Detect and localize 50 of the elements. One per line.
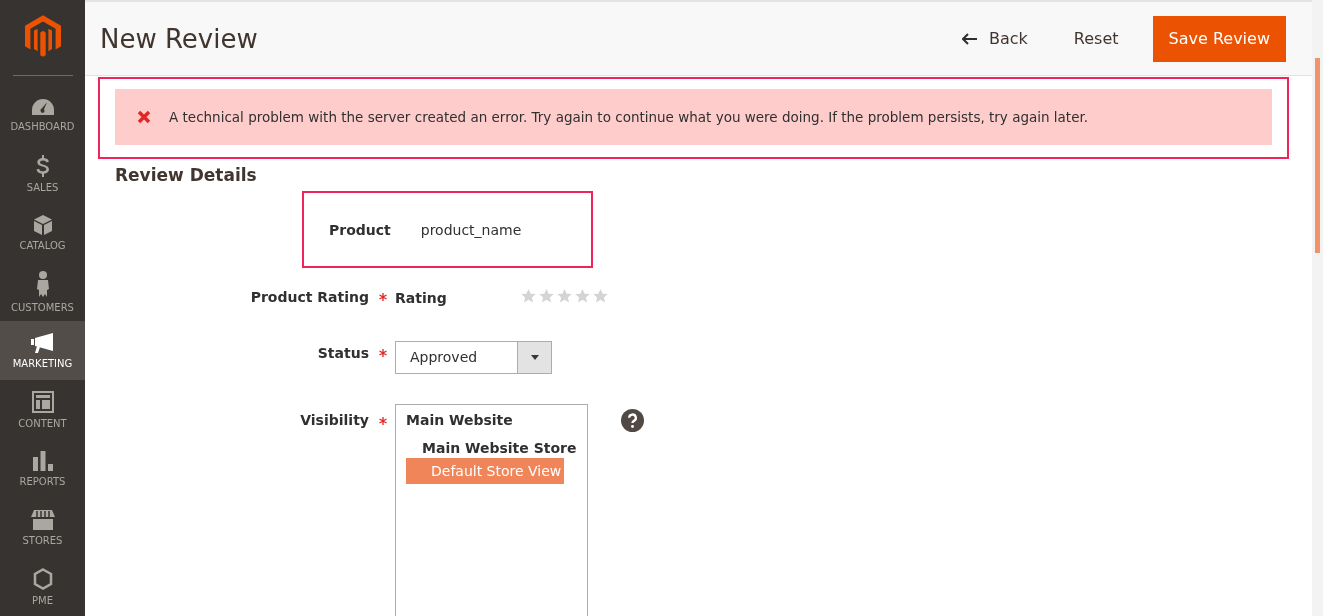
- nav-item[interactable]: CATALOG: [0, 203, 85, 262]
- nav-item[interactable]: SALES: [0, 144, 85, 203]
- nav-item[interactable]: DASHBOARD: [0, 85, 85, 144]
- logo-icon: [24, 15, 61, 57]
- star-icon: [592, 289, 608, 303]
- caret-icon: [530, 355, 539, 360]
- error-text: A technical problem with the server created an error. Try again to continue what you were doing. If the problem persists, try again later.: [169, 109, 1089, 125]
- nav-item[interactable]: PME: [0, 557, 85, 616]
- field-label: Visibility: [299, 412, 369, 428]
- nav-item[interactable]: STORES: [0, 498, 85, 557]
- star-icon: [520, 289, 536, 303]
- nav-item[interactable]: CUSTOMERS: [0, 262, 85, 321]
- storefront-icon: [30, 509, 55, 530]
- required-icon: [379, 349, 387, 357]
- field-label: Product: [329, 221, 391, 238]
- hexagon-icon: [32, 567, 53, 590]
- required-icon: [379, 293, 387, 301]
- option-group: Main Website Store: [422, 440, 577, 456]
- store-multiselect[interactable]: Main Website Main Website Store Default Store View: [395, 404, 588, 616]
- star-icon: [556, 289, 572, 303]
- required-icon: [379, 417, 387, 425]
- section-title: Review Details: [115, 165, 258, 185]
- arrow-left-icon: [962, 32, 977, 45]
- person-icon: [35, 270, 50, 297]
- field-value: product_name: [420, 221, 522, 238]
- close-icon: [137, 110, 151, 124]
- bar-chart-icon: [32, 450, 53, 471]
- nav-item[interactable]: REPORTS: [0, 439, 85, 498]
- page-title: New Review: [100, 23, 258, 54]
- scrollbar-thumb[interactable]: [1315, 58, 1320, 253]
- option-group: Main Website: [406, 412, 577, 428]
- nav-item[interactable]: MARKETING: [0, 321, 85, 380]
- star-icon: [574, 289, 590, 303]
- layout-icon: [31, 390, 54, 413]
- rating-label: Rating: [395, 290, 447, 306]
- scrollbar[interactable]: [1312, 0, 1323, 616]
- reset-button[interactable]: Reset: [1061, 21, 1131, 56]
- field-label: Status: [316, 345, 369, 361]
- status-select[interactable]: Approved: [395, 341, 552, 374]
- save-review-button[interactable]: Save Review: [1152, 15, 1286, 62]
- back-button[interactable]: Back: [950, 21, 1040, 56]
- help-icon[interactable]: [621, 409, 644, 432]
- gauge-icon: [30, 97, 55, 116]
- nav-item[interactable]: CONTENT: [0, 380, 85, 439]
- field-label: Product Rating: [249, 289, 369, 305]
- megaphone-icon: [30, 332, 55, 353]
- box-icon: [32, 214, 53, 235]
- star-icon: [538, 289, 554, 303]
- dollar-icon: [35, 154, 50, 177]
- star-rating[interactable]: [520, 289, 608, 303]
